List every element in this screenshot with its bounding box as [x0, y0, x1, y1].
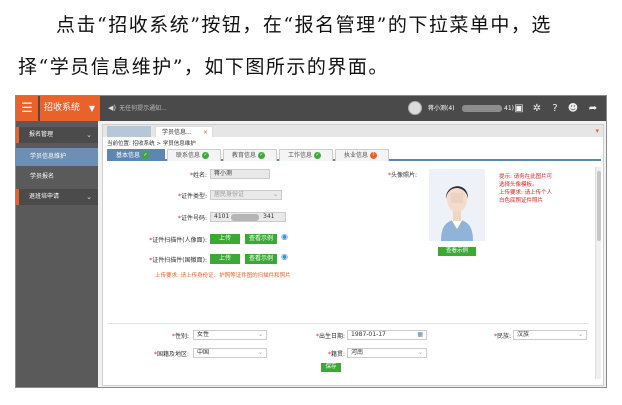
upload-front-button[interactable]: 上传: [210, 234, 240, 244]
tab-contact-info[interactable]: 联系信息 ✓: [167, 149, 221, 161]
chevron-down-icon: ⌄: [86, 131, 92, 139]
birth-date-label: *出生日期:: [315, 333, 345, 340]
gear-icon[interactable]: ✲: [530, 96, 544, 121]
calendar-icon: ▦: [417, 331, 423, 338]
sidebar-item-registration[interactable]: 报名管理 ⌄: [16, 127, 98, 143]
native-place-select[interactable]: 河南 ⌄: [347, 348, 427, 358]
chevron-down-icon: ⌄: [257, 349, 263, 356]
chevron-down-icon: ⌄: [417, 349, 423, 356]
chevron-down-icon: ⌄: [86, 193, 92, 201]
native-place-label: *籍贯:: [327, 351, 345, 358]
top-bar: ☰ 招收系统 ▼ ◀) 无任何提示通知... 蒋小测(4) 41) ▣ ✲ ? ☻…: [16, 96, 606, 121]
student-form: *姓名: 蒋小测 *证件类型: 居民身份证 ⌄ *证件号码: 4101 341 *…: [107, 167, 589, 372]
tab-basic-info[interactable]: 基本信息 ✓: [107, 149, 165, 161]
tab-home[interactable]: [107, 126, 151, 137]
id-type-select[interactable]: 居民身份证 ⌄: [210, 190, 282, 200]
hamburger-icon[interactable]: ☰: [16, 96, 38, 121]
sidebar-item-label: 学员报名: [30, 173, 55, 180]
sidebar-item-label: 退班培申请: [29, 193, 60, 200]
speaker-icon: ◀): [108, 104, 117, 112]
avatar[interactable]: [408, 101, 422, 115]
eye-icon[interactable]: ◉: [281, 252, 288, 261]
chevron-down-icon[interactable]: ▾: [595, 125, 599, 137]
tab-practice-info[interactable]: 执业信息!: [335, 149, 389, 161]
portrait-image: [429, 169, 485, 241]
share-icon[interactable]: ➦: [586, 96, 600, 121]
screenshot-figure: ☰ 招收系统 ▼ ◀) 无任何提示通知... 蒋小测(4) 41) ▣ ✲ ? ☻…: [15, 95, 607, 388]
paragraph-line-1: 点击“招收系统”按钮，在“报名管理”的下拉菜单中，选: [56, 14, 552, 36]
example-front-button[interactable]: 查看示例: [245, 234, 277, 244]
check-icon: ✓: [258, 152, 266, 159]
chevron-down-icon: ⌄: [272, 191, 278, 198]
redacted-user-id: [462, 105, 502, 112]
sidebar-item-enrollment[interactable]: 学员报名: [16, 168, 98, 186]
example-back-button[interactable]: 查看示例: [245, 254, 277, 264]
gender-select[interactable]: 女性 ⌄: [193, 330, 267, 340]
help-icon[interactable]: ?: [548, 96, 562, 121]
tab-work-info[interactable]: 工作信息 ✓: [279, 149, 333, 161]
document-icon[interactable]: ▣: [512, 96, 526, 121]
redacted-id: [231, 214, 259, 221]
save-button[interactable]: 保存: [321, 363, 341, 372]
notice-text: 无任何提示通知...: [119, 105, 167, 112]
tab-student-info[interactable]: 学员信息... ×: [155, 126, 213, 137]
scan-back-label: *证件扫描件(国徽面):: [149, 257, 207, 264]
scrollbar[interactable]: [595, 167, 601, 379]
main-content: 学员信息... × ▾ 当前位置: 招收系统 > 学员信息维护 基本信息 ✓ 联系…: [102, 124, 604, 386]
portrait-photo: [429, 169, 485, 241]
birth-date-field[interactable]: 1987-01-17 ▦: [347, 330, 427, 340]
check-icon: ✓: [314, 152, 322, 159]
sidebar-item-label: 报名管理: [29, 131, 54, 138]
tab-label: 执业信息: [344, 152, 369, 159]
country-select[interactable]: 中国 ⌄: [193, 348, 267, 358]
photo-label: *头像照片:: [387, 172, 417, 179]
tab-label: 教育信息: [232, 152, 257, 159]
sidebar-item-withdraw[interactable]: 退班培申请 ⌄: [16, 189, 98, 205]
close-icon[interactable]: ×: [203, 127, 208, 138]
app-name: 招收系统: [44, 103, 81, 113]
user-name: 蒋小测(4): [428, 105, 455, 112]
country-label: *国籍及地区:: [153, 351, 189, 358]
breadcrumb: 当前位置: 招收系统 > 学员信息维护: [107, 141, 196, 147]
ethnic-label: *民族:: [493, 333, 511, 340]
tab-label: 联系信息: [176, 152, 201, 159]
user-icon[interactable]: ☻: [566, 96, 580, 121]
scan-front-label: *证件扫描件(人像面):: [149, 237, 207, 244]
upload-hint: 上传要求: 请上传身份证、护照等证件图的扫描件和照片: [155, 273, 291, 279]
tab-education-info[interactable]: 教育信息 ✓: [223, 149, 277, 161]
gender-label: *性别:: [171, 333, 189, 340]
photo-tip: 提示: 请务在此图片可 选择头像模板。 上传要求: 请上传个人 白色底照证件照片: [499, 174, 553, 204]
id-number-field[interactable]: 4101 341: [210, 212, 286, 222]
chevron-down-icon: ⌄: [257, 331, 263, 338]
upload-back-button[interactable]: 上传: [210, 254, 240, 264]
tab-label: 基本信息: [116, 152, 141, 159]
id-number-label: *证件号码:: [177, 215, 207, 222]
tab-label: 学员信息...: [162, 129, 192, 136]
name-label: *姓名:: [189, 172, 207, 179]
chevron-down-icon: ⌄: [577, 331, 583, 338]
subtab-bar: 基本信息 ✓ 联系信息 ✓ 教育信息 ✓ 工作信息 ✓ 执业信息!: [107, 149, 601, 161]
app-switcher[interactable]: 招收系统 ▼: [40, 96, 101, 121]
id-type-label: *证件类型:: [177, 193, 207, 200]
sidebar-item-student-info[interactable]: 学员信息维护: [16, 148, 98, 166]
sidebar: 报名管理 ⌄ 学员信息维护 学员报名 退班培申请 ⌄: [16, 121, 98, 387]
warning-icon: !: [370, 152, 378, 159]
notice-bar: ◀) 无任何提示通知...: [108, 96, 167, 121]
eye-icon[interactable]: ◉: [281, 232, 288, 241]
chevron-down-icon: ▼: [88, 104, 96, 113]
ethnic-select[interactable]: 汉族 ⌄: [513, 330, 587, 340]
scrollbar-thumb[interactable]: [597, 171, 601, 241]
paragraph-line-2: 择“学员信息维护”，如下图所示的界面。: [18, 56, 389, 78]
section-divider: [107, 323, 589, 324]
photo-example-button[interactable]: 查看示例: [438, 247, 476, 256]
check-icon: ✓: [202, 152, 210, 159]
tab-strip: 学员信息... × ▾: [103, 125, 603, 137]
check-icon: ✓: [142, 152, 150, 159]
name-field[interactable]: 蒋小测: [210, 169, 270, 179]
tab-label: 工作信息: [288, 152, 313, 159]
sidebar-item-label: 学员信息维护: [30, 153, 67, 160]
